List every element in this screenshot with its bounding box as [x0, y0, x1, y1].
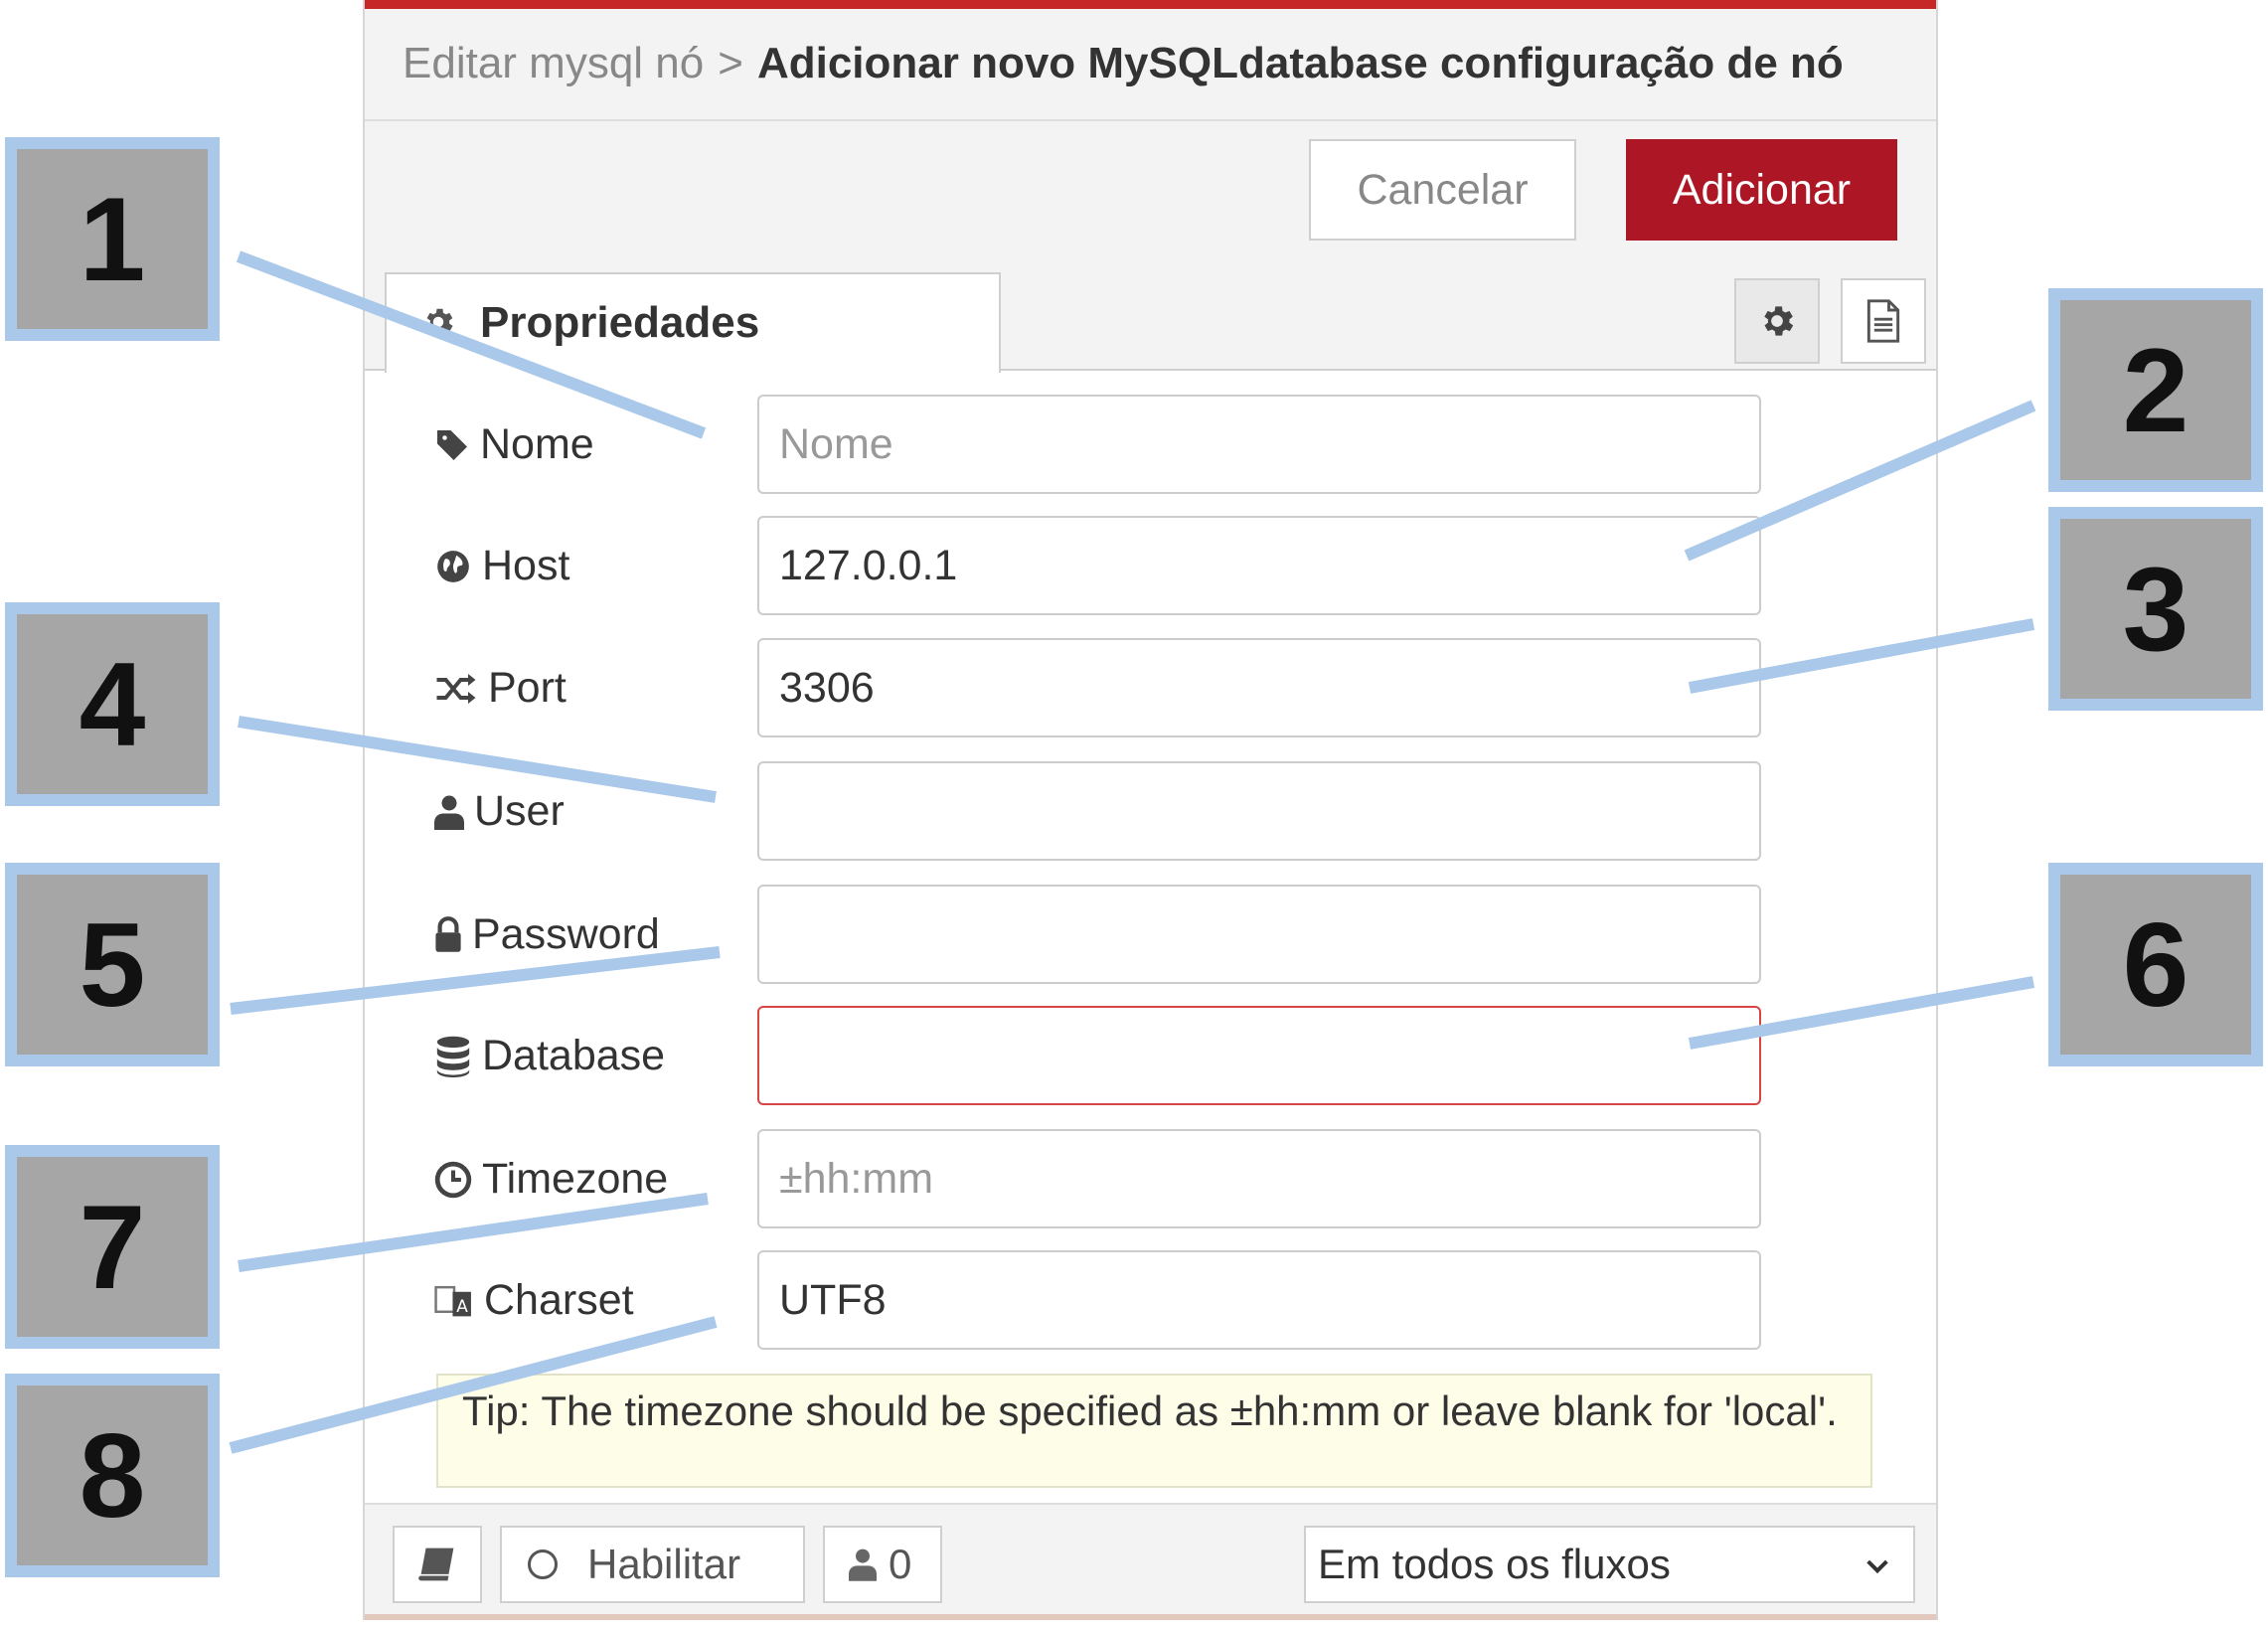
- cancel-button[interactable]: Cancelar: [1309, 139, 1576, 241]
- database-input[interactable]: [757, 1006, 1761, 1105]
- charset-input[interactable]: [757, 1250, 1761, 1350]
- callout-8: 8: [5, 1374, 220, 1577]
- random-icon: [436, 673, 476, 704]
- port-input[interactable]: [757, 638, 1761, 737]
- toggle-circle-icon: [528, 1549, 558, 1579]
- tag-icon: [437, 429, 467, 460]
- form-row-host: Host: [365, 516, 1936, 619]
- help-button[interactable]: [393, 1526, 482, 1603]
- callout-6: 6: [2048, 863, 2263, 1066]
- callout-5: 5: [5, 863, 220, 1066]
- users-count: 0: [889, 1541, 912, 1587]
- timezone-tip: Tip: The timezone should be specified as…: [436, 1374, 1872, 1488]
- chevron-down-icon: [1866, 1559, 1888, 1574]
- host-label: Host: [434, 542, 569, 590]
- user-label: User: [434, 787, 565, 836]
- enable-label: Habilitar: [587, 1541, 741, 1587]
- form-row-port: Port: [365, 638, 1936, 741]
- footer-bottom-border: [365, 1614, 1936, 1620]
- settings-tab-button[interactable]: [1734, 278, 1820, 364]
- gear-icon: [1764, 306, 1794, 336]
- password-input[interactable]: [757, 885, 1761, 984]
- language-icon: A: [434, 1285, 471, 1316]
- dialog-top-accent: [365, 0, 1936, 9]
- svg-text:A: A: [456, 1295, 468, 1315]
- dialog-footer: Habilitar 0 Em todos os fluxos: [365, 1503, 1936, 1615]
- form-row-timezone: Timezone: [365, 1129, 1936, 1232]
- enable-toggle[interactable]: Habilitar: [500, 1526, 805, 1603]
- globe-icon: [437, 550, 469, 582]
- form-row-user: User: [365, 761, 1936, 865]
- port-label: Port: [434, 664, 567, 713]
- password-label: Password: [434, 910, 660, 959]
- form-row-database: Database: [365, 1006, 1936, 1109]
- database-label: Database: [434, 1032, 665, 1080]
- form-row-name: Nome: [365, 395, 1936, 498]
- user-input[interactable]: [757, 761, 1761, 861]
- scope-select-value: Em todos os fluxos: [1318, 1541, 1671, 1587]
- user-icon: [849, 1548, 877, 1581]
- callout-7: 7: [5, 1145, 220, 1349]
- dialog-toolbar: Cancelar Adicionar: [365, 121, 1936, 266]
- breadcrumb: Editar mysql nó > Adicionar novo MySQLdata…: [403, 39, 1844, 88]
- tab-properties[interactable]: Propriedades: [385, 272, 1001, 373]
- document-icon: [1866, 299, 1900, 343]
- gear-icon: [426, 308, 453, 336]
- dialog-title: Adicionar novo MySQLdatabase configuraçã…: [756, 39, 1844, 87]
- tab-bar: Propriedades: [365, 266, 1936, 373]
- user-icon: [434, 795, 464, 830]
- form-row-password: Password: [365, 885, 1936, 988]
- lock-icon: [435, 915, 461, 952]
- charset-label: A Charset: [434, 1276, 634, 1325]
- timezone-label: Timezone: [434, 1155, 668, 1204]
- timezone-input[interactable]: [757, 1129, 1761, 1228]
- callout-1: 1: [5, 137, 220, 341]
- dialog-header: Editar mysql nó > Adicionar novo MySQLdata…: [365, 9, 1936, 121]
- breadcrumb-separator: >: [718, 39, 743, 87]
- callout-4: 4: [5, 602, 220, 806]
- scope-select[interactable]: Em todos os fluxos: [1304, 1526, 1915, 1603]
- database-icon: [436, 1036, 470, 1077]
- name-label: Nome: [434, 420, 594, 469]
- form-row-charset: A Charset: [365, 1250, 1936, 1354]
- clock-icon: [434, 1161, 472, 1198]
- callout-3: 3: [2048, 507, 2263, 711]
- callout-2: 2: [2048, 288, 2263, 492]
- host-input[interactable]: [757, 516, 1761, 615]
- config-dialog: Editar mysql nó > Adicionar novo MySQLdata…: [363, 0, 1938, 1620]
- name-input[interactable]: [757, 395, 1761, 494]
- add-button[interactable]: Adicionar: [1626, 139, 1897, 241]
- description-tab-button[interactable]: [1841, 278, 1926, 364]
- users-count-badge[interactable]: 0: [823, 1526, 942, 1603]
- book-icon: [418, 1548, 454, 1581]
- tab-properties-label: Propriedades: [480, 298, 760, 347]
- breadcrumb-parent[interactable]: Editar mysql nó: [403, 39, 704, 87]
